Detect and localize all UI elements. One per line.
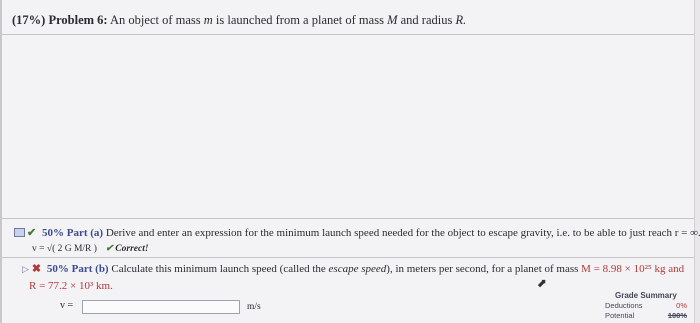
- problem-percent: (17%): [12, 13, 46, 27]
- deductions-label: Deductions: [605, 301, 643, 310]
- mouse-cursor-icon: ⬈: [537, 276, 548, 290]
- mass-variable: m: [203, 13, 213, 27]
- escape-speed-term: escape speed: [328, 263, 387, 275]
- planet-mass-value: M = 8.98 × 10²⁵ kg and: [581, 263, 685, 275]
- problem-header: (17%) Problem 6: An object of mass m is …: [12, 13, 466, 28]
- part-b-percent: 50%: [46, 263, 69, 275]
- problem-text-3: and radius: [400, 13, 453, 27]
- speed-input[interactable]: [82, 300, 240, 314]
- cross-icon: ✖: [31, 263, 42, 275]
- problem-label: Problem 6:: [48, 13, 108, 27]
- problem-panel: (17%) Problem 6: An object of mass m is …: [0, 0, 700, 323]
- part-a-divider: [2, 218, 694, 219]
- part-a-row[interactable]: ✔ 50% Part (a) Derive and enter an expre…: [14, 226, 700, 239]
- expand-triangle-icon[interactable]: ▷: [22, 264, 29, 274]
- part-a-answer-row: v = √( 2 G M/R ) ✔ Correct!: [32, 243, 149, 254]
- problem-text-1: An object of mass: [110, 13, 201, 27]
- grade-summary-title: Grade Summary: [615, 291, 677, 300]
- correct-check-icon: ✔: [105, 244, 114, 254]
- speed-input-label: v =: [60, 300, 74, 311]
- part-a-answer: v = √( 2 G M/R ): [32, 244, 97, 254]
- deductions-value: 0%: [676, 301, 687, 310]
- radius-row: R = 77.2 × 10³ km.: [29, 280, 113, 292]
- part-b-divider: [2, 257, 694, 258]
- header-divider: [2, 34, 694, 35]
- part-b-row[interactable]: ▷ ✖ 50% Part (b) Calculate this minimum l…: [22, 262, 684, 275]
- problem-text-2: is launched from a planet of mass: [215, 13, 384, 27]
- checkmark-icon: ✔: [27, 227, 37, 239]
- potential-row: Potential 100%: [605, 311, 687, 320]
- potential-value: 100%: [667, 311, 687, 320]
- potential-label: Potential: [605, 311, 635, 320]
- part-b-label: Part (b): [71, 263, 109, 275]
- part-b-description-post: ), in meters per second, for a planet of…: [386, 263, 579, 275]
- part-a-percent: 50%: [41, 227, 64, 239]
- planet-mass-variable: M: [387, 13, 398, 27]
- grade-summary: Grade Summary Deductions 0% Potential 10…: [605, 291, 687, 320]
- correct-text: Correct!: [115, 244, 149, 254]
- part-a-description: Derive and enter an expression for the m…: [105, 227, 700, 239]
- radius-value: R = 77.2 × 10³ km.: [29, 280, 113, 292]
- unit-label: m/s: [247, 302, 261, 312]
- part-a-label: Part (a): [66, 227, 104, 239]
- correct-badge: ✔ Correct!: [105, 244, 148, 254]
- part-b-description-pre: Calculate this minimum launch speed (cal…: [111, 263, 326, 275]
- radius-variable: R.: [455, 13, 467, 27]
- collapse-box-icon[interactable]: [14, 228, 25, 237]
- deductions-row: Deductions 0%: [605, 301, 687, 310]
